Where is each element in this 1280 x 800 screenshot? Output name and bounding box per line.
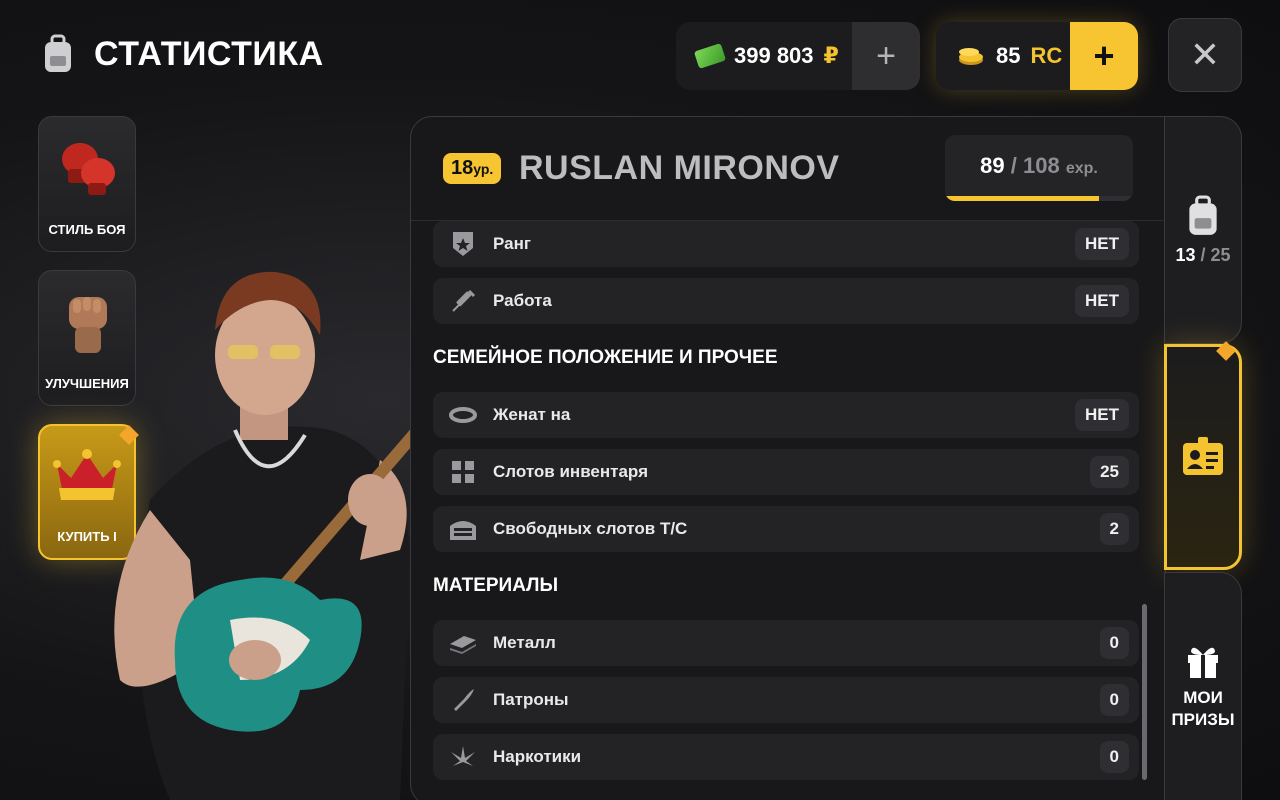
gift-icon	[1188, 647, 1218, 678]
ring-icon	[433, 407, 493, 423]
stat-value: 2	[1099, 513, 1129, 545]
add-money-button[interactable]: +	[852, 22, 920, 90]
prizes-label-line2: ПРИЗЫ	[1171, 710, 1235, 729]
stat-row-vehicle-slots: Свободных слотов Т/С 2	[433, 506, 1139, 552]
garage-icon	[433, 516, 493, 542]
rank-star-icon	[433, 230, 493, 258]
exp-current: 89	[980, 153, 1005, 178]
stat-row-married: Женат на НЕТ	[433, 392, 1139, 438]
stat-row-job: Работа НЕТ	[433, 278, 1139, 324]
level-badge: 18ур.	[443, 153, 502, 184]
nav-fight-style[interactable]: СТИЛЬ БОЯ	[38, 116, 136, 252]
cash-icon	[693, 43, 727, 69]
stat-row-drugs: Наркотики 0	[433, 734, 1139, 780]
rc-balance: 85 RC +	[936, 22, 1138, 90]
stat-value: 25	[1090, 456, 1129, 488]
stat-row-rank: Ранг НЕТ	[433, 221, 1139, 267]
prizes-label-line1: МОИ	[1183, 687, 1223, 707]
section-family-title: СЕМЕЙНОЕ ПОЛОЖЕНИЕ И ПРОЧЕЕ	[433, 347, 778, 368]
experience-box: 89 / 108 exp.	[945, 135, 1133, 201]
add-rc-button[interactable]: +	[1070, 22, 1138, 90]
stat-value: 0	[1099, 627, 1129, 659]
new-badge-icon	[1216, 341, 1236, 361]
stat-value: НЕТ	[1075, 285, 1129, 317]
coins-icon	[959, 48, 983, 65]
stats-panel: 18ур. RUSLAN MIRONOV 89 / 108 exp. Ранг …	[410, 116, 1166, 800]
money-currency: ₽	[823, 43, 839, 68]
backpack-icon	[1189, 195, 1217, 235]
page-header: СТАТИСТИКА	[40, 34, 324, 74]
stat-row-metal: Металл 0	[433, 620, 1139, 666]
inventory-max: 25	[1210, 244, 1231, 265]
player-header: 18ур. RUSLAN MIRONOV 89 / 108 exp.	[411, 117, 1165, 221]
grid-icon	[433, 460, 493, 484]
metal-icon	[433, 632, 493, 654]
inventory-count: 13	[1175, 244, 1196, 265]
rc-amount: 85	[996, 43, 1021, 68]
backpack-icon	[45, 34, 71, 72]
stat-value: НЕТ	[1075, 228, 1129, 260]
syringe-icon	[433, 287, 493, 315]
stat-row-ammo: Патроны 0	[433, 677, 1139, 723]
money-amount: 399 803	[734, 43, 814, 68]
stat-value: НЕТ	[1075, 399, 1129, 431]
page-title: СТАТИСТИКА	[94, 34, 324, 73]
exp-progress-fill	[945, 196, 1100, 201]
bullet-icon	[433, 687, 493, 713]
id-card-icon	[1183, 437, 1223, 475]
exp-unit: exp.	[1065, 160, 1098, 177]
close-icon: ✕	[1189, 34, 1221, 75]
stat-row-inventory-slots: Слотов инвентаря 25	[433, 449, 1139, 495]
tab-my-prizes[interactable]: МОИ ПРИЗЫ	[1164, 572, 1242, 800]
money-balance: 399 803 ₽ +	[676, 22, 920, 90]
tab-inventory[interactable]: 13 / 25	[1164, 116, 1242, 344]
stat-value: 0	[1099, 684, 1129, 716]
player-name: RUSLAN MIRONOV	[519, 149, 840, 187]
boxing-gloves-icon	[62, 143, 115, 195]
exp-max: 108	[1022, 153, 1060, 178]
section-materials-title: МАТЕРИАЛЫ	[433, 575, 559, 596]
stats-scrollbar[interactable]	[1142, 604, 1147, 780]
nav-fight-style-label: СТИЛЬ БОЯ	[48, 222, 126, 237]
exp-progress-bar	[945, 196, 1133, 201]
leaf-icon	[433, 744, 493, 770]
rc-currency: RC	[1030, 43, 1063, 68]
close-button[interactable]: ✕	[1168, 18, 1242, 92]
stat-value: 0	[1099, 741, 1129, 773]
tab-statistics[interactable]	[1164, 341, 1242, 570]
